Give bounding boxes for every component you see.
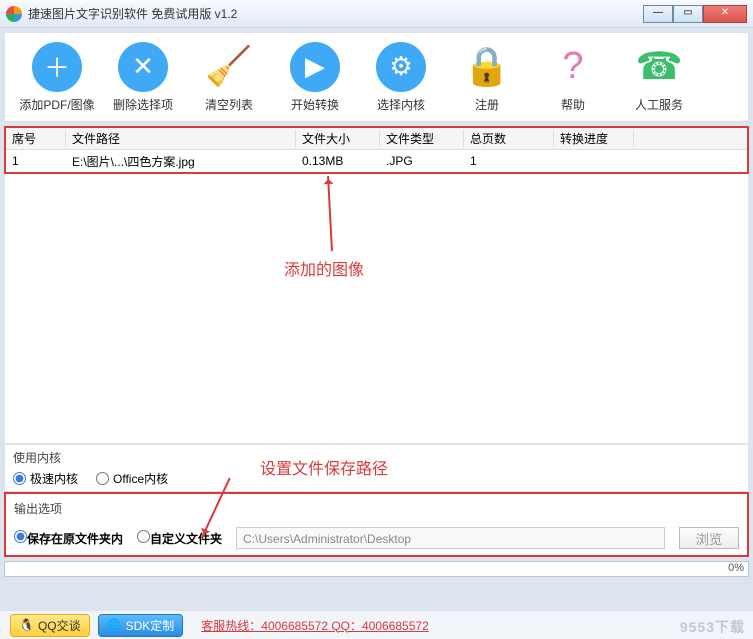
titlebar: 捷速图片文字识别软件 免费试用版 v1.2 — ▭ ✕ <box>0 0 753 28</box>
output-title: 输出选项 <box>14 500 739 517</box>
table-header: 席号 文件路径 文件大小 文件类型 总页数 转换进度 <box>6 128 747 150</box>
minimize-button[interactable]: — <box>643 5 673 23</box>
toolbar-lock[interactable]: 🔒注册 <box>447 42 527 113</box>
plus-icon: ＋ <box>32 42 82 92</box>
col-path: 文件路径 <box>66 130 296 147</box>
col-seq: 席号 <box>6 130 66 147</box>
toolbar-help[interactable]: ?帮助 <box>533 42 613 113</box>
phone-icon: ☎ <box>634 42 684 92</box>
table-row[interactable]: 1 E:\图片\...\四色方案.jpg 0.13MB .JPG 1 <box>6 150 747 172</box>
col-progress: 转换进度 <box>554 130 634 147</box>
output-path-field[interactable]: C:\Users\Administrator\Desktop <box>236 527 665 549</box>
table-empty-area <box>4 174 749 444</box>
lock-icon: 🔒 <box>462 42 512 92</box>
globe-icon: 🌐 <box>107 618 122 632</box>
toolbar-phone[interactable]: ☎人工服务 <box>619 42 699 113</box>
toolbar-plus[interactable]: ＋添加PDF/图像 <box>17 42 97 113</box>
cell-pages: 1 <box>464 154 554 168</box>
radio-save-original[interactable]: 保存在原文件夹内 <box>14 530 123 547</box>
maximize-button[interactable]: ▭ <box>673 5 703 23</box>
progress-bar: 0% <box>4 561 749 577</box>
sdk-button[interactable]: 🌐 SDK定制 <box>98 614 184 637</box>
help-icon: ? <box>548 42 598 92</box>
radio-fast-kernel[interactable]: 极速内核 <box>13 470 78 487</box>
radio-custom-folder-input[interactable] <box>137 530 150 543</box>
radio-office-kernel-input[interactable] <box>96 472 109 485</box>
progress-percent: 0% <box>728 562 744 574</box>
footer: 🐧 QQ交谈 🌐 SDK定制 客服热线：4006685572 QQ：400668… <box>0 611 753 639</box>
toolbar-broom[interactable]: 🧹清空列表 <box>189 42 269 113</box>
window-title: 捷速图片文字识别软件 免费试用版 v1.2 <box>28 5 643 22</box>
cell-size: 0.13MB <box>296 154 380 168</box>
gear-icon: ⚙ <box>376 42 426 92</box>
col-pages: 总页数 <box>464 130 554 147</box>
cell-seq: 1 <box>6 154 66 168</box>
app-icon <box>6 6 22 22</box>
toolbar-play[interactable]: ▶开始转换 <box>275 42 355 113</box>
toolbar-x[interactable]: ✕删除选择项 <box>103 42 183 113</box>
radio-office-kernel[interactable]: Office内核 <box>96 470 168 487</box>
toolbar-gear[interactable]: ⚙选择内核 <box>361 42 441 113</box>
file-table: 席号 文件路径 文件大小 文件类型 总页数 转换进度 1 E:\图片\...\四… <box>4 126 749 174</box>
toolbar: ＋添加PDF/图像✕删除选择项🧹清空列表▶开始转换⚙选择内核🔒注册?帮助☎人工服… <box>4 32 749 122</box>
play-icon: ▶ <box>290 42 340 92</box>
output-section: 输出选项 保存在原文件夹内 自定义文件夹 C:\Users\Administra… <box>4 492 749 557</box>
cell-type: .JPG <box>380 154 464 168</box>
site-watermark: 9553下载 <box>680 617 745 637</box>
radio-save-original-input[interactable] <box>14 530 27 543</box>
annotation-text: 添加的图像 <box>284 256 364 280</box>
close-button[interactable]: ✕ <box>703 5 747 23</box>
col-size: 文件大小 <box>296 130 380 147</box>
col-type: 文件类型 <box>380 130 464 147</box>
broom-icon: 🧹 <box>204 42 254 92</box>
hotline-link[interactable]: 客服热线：4006685572 QQ：4006685572 <box>201 617 428 634</box>
browse-button[interactable]: 浏览 <box>679 527 739 549</box>
qq-chat-button[interactable]: 🐧 QQ交谈 <box>10 614 90 637</box>
annotation-text: 设置文件保存路径 <box>260 455 388 479</box>
qq-icon: 🐧 <box>19 618 34 632</box>
radio-fast-kernel-input[interactable] <box>13 472 26 485</box>
x-icon: ✕ <box>118 42 168 92</box>
cell-path: E:\图片\...\四色方案.jpg <box>66 153 296 170</box>
